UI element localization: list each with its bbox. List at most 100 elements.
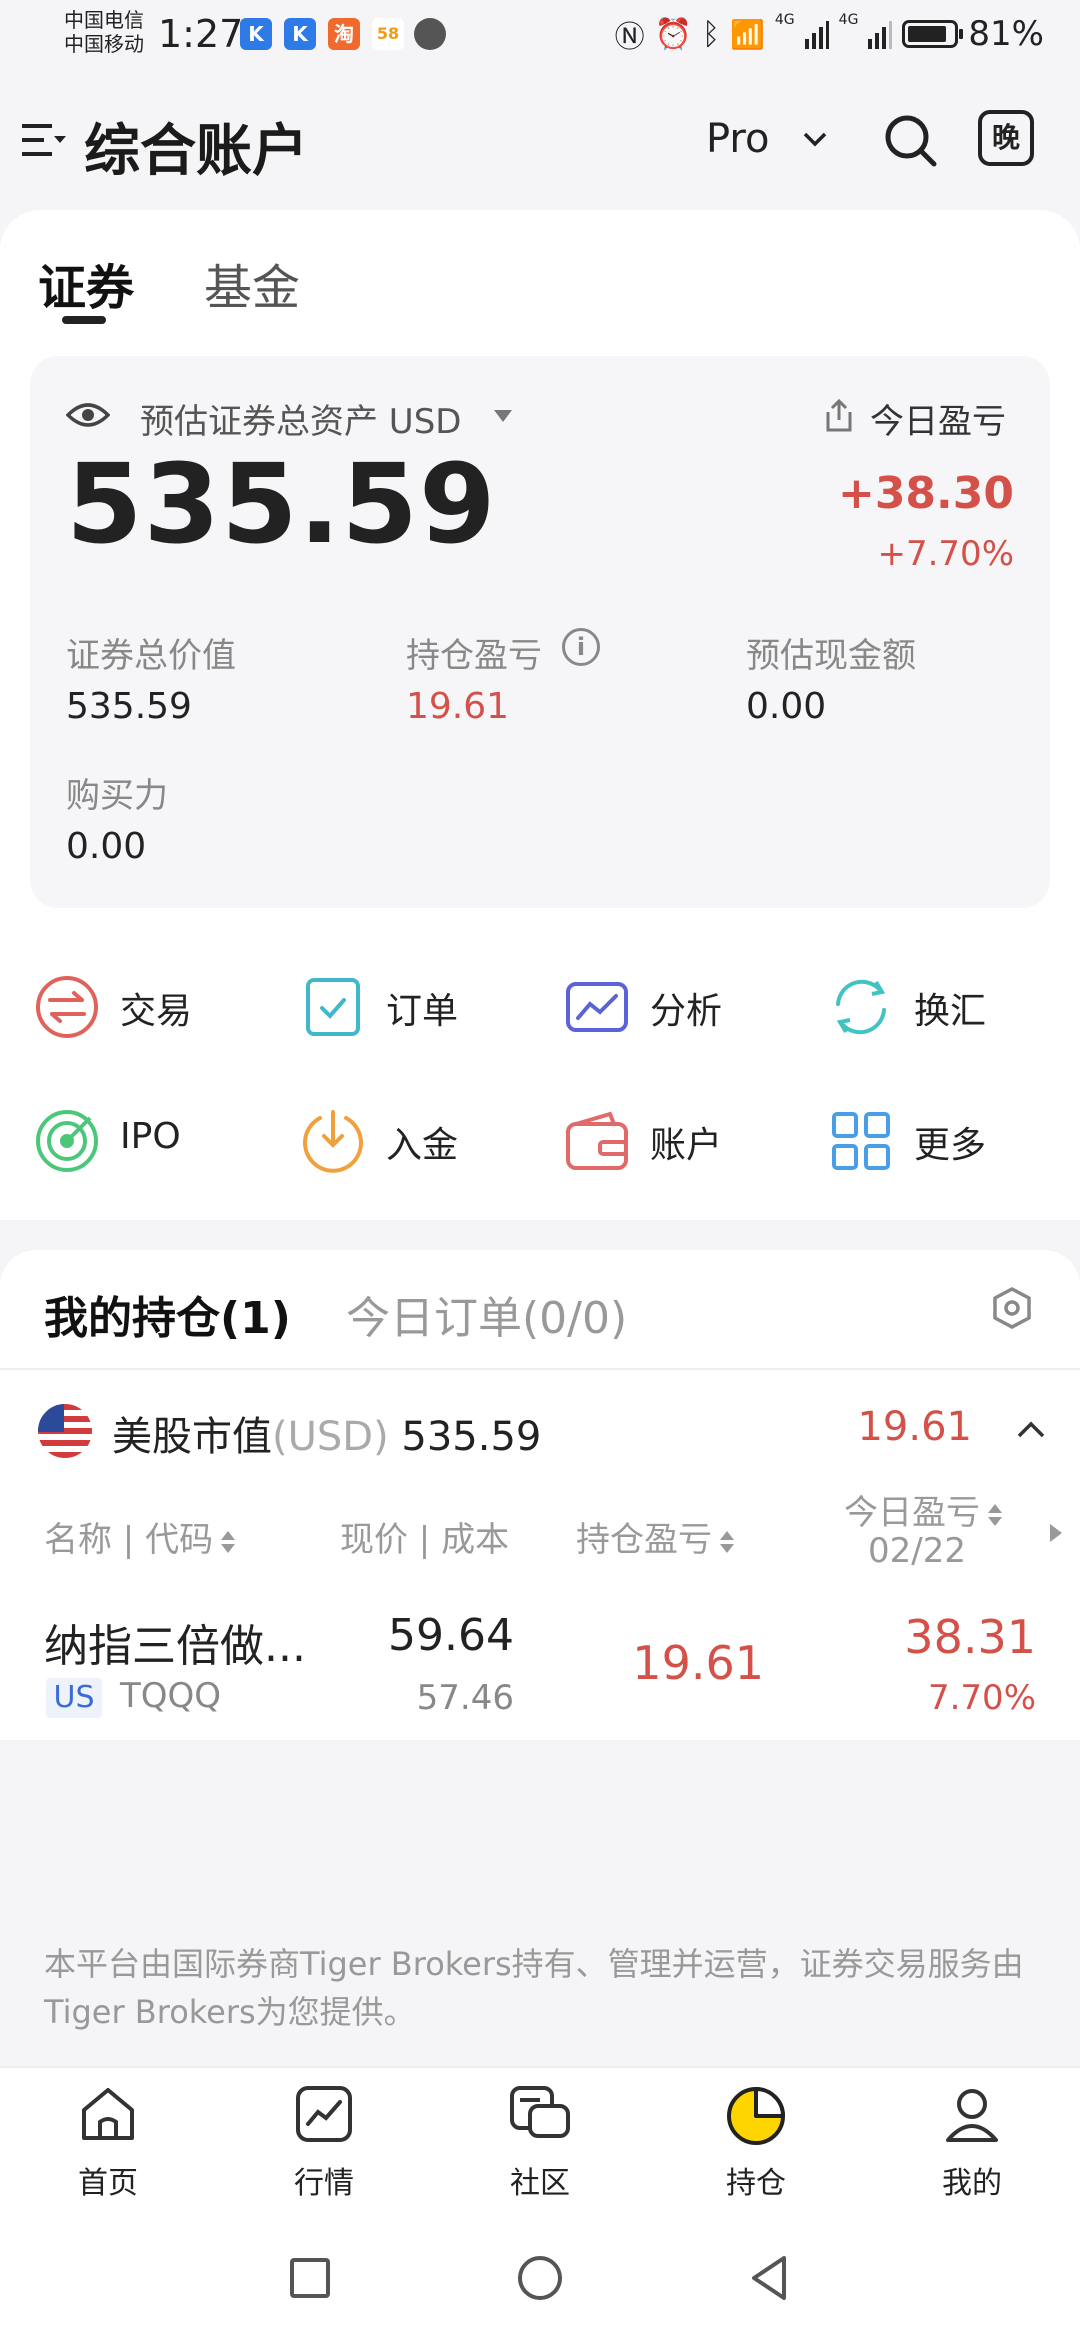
market-label: 美股市值: [112, 1414, 272, 1460]
us-flag-icon: [38, 1404, 92, 1458]
quick-action-label: IPO: [120, 1116, 181, 1157]
securities-value-label: 证券总价值: [66, 636, 236, 676]
menu-icon[interactable]: [22, 120, 66, 160]
app-notify-icon: 58: [372, 18, 404, 50]
analysis-icon: [566, 982, 628, 1032]
quick-action-label: 订单: [386, 991, 459, 1032]
tab-today-orders[interactable]: 今日订单(0/0): [346, 1282, 627, 1346]
quick-action-account[interactable]: 账户: [564, 1100, 804, 1180]
quick-action-exchange[interactable]: 换汇: [828, 966, 1068, 1046]
column-name-code[interactable]: 名称 | 代码: [44, 1512, 236, 1561]
order-icon: [306, 978, 360, 1036]
night-session-button[interactable]: 晚: [978, 110, 1034, 166]
quick-action-label: 换汇: [914, 991, 987, 1032]
battery-percent: 81%: [968, 14, 1044, 54]
app-notify-icon: [414, 18, 446, 50]
current-price: 59.64: [388, 1610, 514, 1661]
chevron-down-icon[interactable]: [800, 124, 830, 154]
cash-value: 0.00: [746, 686, 827, 727]
profile-icon: [946, 2089, 998, 2142]
position-pnl: 19.61: [632, 1636, 764, 1690]
wallet-icon: [566, 1111, 628, 1170]
deposit-icon: [303, 1110, 363, 1173]
search-icon[interactable]: [882, 112, 938, 168]
securities-value: 535.59: [66, 686, 192, 727]
nav-community[interactable]: 社区: [460, 2082, 620, 2222]
info-icon[interactable]: i: [562, 628, 600, 666]
position-pnl-value: 19.61: [406, 686, 510, 727]
quick-action-more[interactable]: 更多: [828, 1100, 1068, 1180]
back-button[interactable]: [744, 2252, 796, 2304]
today-pnl-percent: 7.70%: [927, 1678, 1036, 1718]
column-today-date: 02/22: [868, 1531, 966, 1571]
market-currency: (USD): [272, 1414, 389, 1460]
column-position-pnl[interactable]: 持仓盈亏: [576, 1512, 734, 1561]
recent-apps-button[interactable]: [284, 2252, 336, 2304]
page-title: 综合账户: [84, 119, 308, 184]
nav-market[interactable]: 行情: [244, 2082, 404, 2222]
quick-action-label: 入金: [386, 1125, 459, 1166]
alarm-icon: ⏰: [654, 16, 693, 52]
quick-action-ipo[interactable]: IPO: [34, 1100, 274, 1180]
home-icon: [82, 2088, 134, 2140]
cost-price: 57.46: [416, 1678, 514, 1718]
buying-power-value: 0.00: [66, 826, 147, 867]
share-icon[interactable]: [822, 398, 856, 434]
stock-name: 纳指三倍做...: [44, 1621, 306, 1672]
settings-icon[interactable]: [990, 1286, 1034, 1330]
grid-icon: [832, 1112, 890, 1170]
signal-1-label: 4G: [774, 12, 795, 28]
nav-home[interactable]: 首页: [28, 2082, 188, 2222]
today-pnl-label: 今日盈亏: [870, 402, 1006, 442]
total-asset-value: 535.59: [66, 440, 497, 568]
app-notify-icon: 淘: [328, 18, 360, 50]
home-button[interactable]: [514, 2252, 566, 2304]
app-notify-icon: K: [284, 18, 316, 50]
cash-label: 预估现金额: [746, 636, 916, 676]
exchange-icon: [836, 979, 886, 1035]
sort-icon: [221, 1527, 236, 1557]
status-indicators: Ⓝ ⏰ ᛒ 📶 4G 4G 81%: [615, 12, 1044, 56]
quick-action-orders[interactable]: 订单: [300, 966, 540, 1046]
signal-2-icon: [868, 21, 893, 49]
quick-action-trade[interactable]: 交易: [34, 966, 274, 1046]
ipo-icon: [36, 1110, 98, 1172]
mode-selector[interactable]: Pro: [706, 116, 769, 162]
quick-action-analysis[interactable]: 分析: [564, 966, 804, 1046]
bluetooth-icon: ᛒ: [702, 16, 721, 52]
pie-icon: [727, 2087, 785, 2145]
column-price-cost: 现价 | 成本: [340, 1520, 510, 1560]
status-time: 1:27: [158, 12, 244, 56]
tab-my-holdings[interactable]: 我的持仓(1): [44, 1282, 291, 1346]
battery-icon: [902, 20, 964, 48]
carrier-2: 中国移动: [64, 32, 144, 56]
today-pnl-percent: +7.70%: [877, 534, 1015, 574]
tab-indicator: [62, 316, 106, 324]
scroll-right-icon[interactable]: [1050, 1524, 1062, 1542]
quick-action-deposit[interactable]: 入金: [300, 1100, 540, 1180]
column-today-pnl[interactable]: 今日盈亏 02/22: [844, 1494, 1002, 1570]
tab-funds[interactable]: 基金: [204, 248, 300, 318]
position-pnl-label: 持仓盈亏: [406, 636, 542, 676]
total-asset-label[interactable]: 预估证券总资产 USD: [140, 394, 461, 443]
buying-power-label: 购买力: [66, 776, 168, 816]
stock-code: TQQQ: [120, 1676, 222, 1716]
caret-down-icon[interactable]: [494, 410, 512, 422]
quick-action-label: 更多: [914, 1125, 987, 1166]
market-pnl: 19.61: [857, 1404, 972, 1450]
nav-holdings[interactable]: 持仓: [676, 2082, 836, 2222]
tab-securities[interactable]: 证券: [38, 248, 134, 318]
nfc-icon: Ⓝ: [614, 20, 645, 55]
market-badge: US: [46, 1678, 102, 1718]
sort-icon: [720, 1527, 734, 1557]
status-bar: 中国电信 中国移动 1:27 K K 淘 58 Ⓝ ⏰ ᛒ 📶 4G 4G 81…: [0, 0, 1080, 76]
chevron-up-icon[interactable]: [1014, 1414, 1048, 1444]
carrier-labels: 中国电信 中国移动: [64, 8, 144, 56]
sort-icon: [988, 1500, 1002, 1530]
quick-action-label: 分析: [650, 991, 723, 1032]
signal-2-label: 4G: [838, 12, 859, 28]
nav-profile[interactable]: 我的: [892, 2082, 1052, 2222]
disclaimer-text: 本平台由国际券商Tiger Brokers持有、管理并运营，证券交易服务由Tig…: [44, 1945, 1024, 2031]
quick-action-label: 账户: [650, 1125, 723, 1166]
eye-icon[interactable]: [66, 398, 110, 432]
